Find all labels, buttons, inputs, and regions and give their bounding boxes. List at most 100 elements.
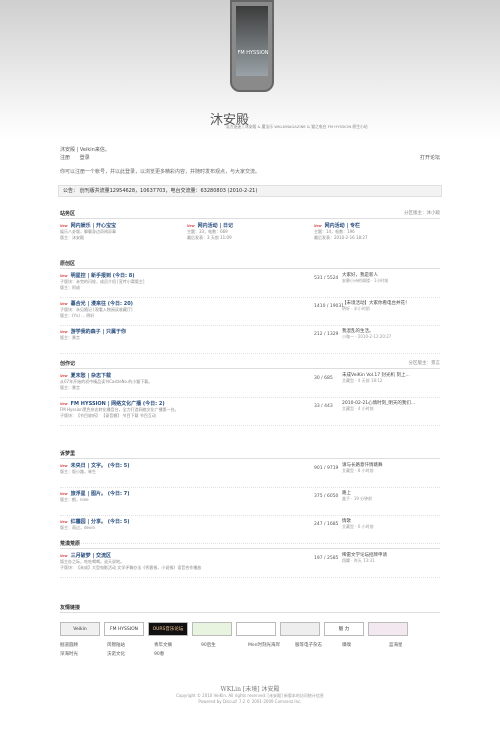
last-post-meta: 艾藏型 · 8 小时前	[342, 468, 374, 473]
forum-stats: 197 / 2585	[314, 556, 339, 561]
friend-logo[interactable]: OURS音乐论坛	[148, 622, 188, 636]
friend-logo[interactable]: FM HYSSION	[104, 622, 144, 636]
friend-logos: Veikin FM HYSSION OURS音乐论坛 魅 力	[60, 622, 440, 638]
footer: WKLin [未境] 沐安殿 Copyright © 2010 VeiKin. …	[0, 684, 500, 704]
forum-row: New 网内活动 | 日记 主题：33，帖数：669 最后发表：3 天前 11:09	[187, 222, 312, 241]
last-post-meta: 艾藏型 · 6 小时前	[342, 524, 374, 529]
forum-row: New 旅浮星 | 图片。 (今日: 7) 版主：鹤，nine 375 / 6050 路…	[60, 490, 440, 503]
friend-link[interactable]: Men时刻光海岸	[248, 642, 280, 648]
friend-link[interactable]: 蓝海星	[389, 642, 403, 648]
last-post-meta: 艾藏型 · 4 小时前	[342, 406, 374, 411]
friend-logo[interactable]	[192, 622, 232, 636]
user-greeting: 沐安殿 | Veikin来信。	[60, 147, 110, 153]
forum-moderators: 子版块：【节目收听】 【录音棚】 节目下载 节目互动	[60, 413, 156, 418]
last-post-meta: 艾藏型 · 4 天前 18:12	[342, 378, 383, 383]
friend-logo[interactable]: Veikin	[60, 622, 100, 636]
friend-logo[interactable]: 魅 力	[324, 622, 364, 636]
forum-description: 版主：饭小路，林生	[60, 469, 96, 474]
forum-last-post[interactable]: 情歌 艾藏型 · 6 小时前	[342, 518, 374, 530]
forum-stats: 375 / 6050	[314, 494, 339, 499]
section-title[interactable]: 诉梦里	[60, 450, 75, 457]
friend-link[interactable]: 90春	[154, 651, 164, 657]
section-moderators[interactable]: 分区版主：景言	[409, 360, 441, 366]
forum-last-post[interactable]: 大家好，我是新人 安静小诗的阁楼 · 1小时前	[342, 272, 388, 284]
forum-last-post[interactable]: 路上 盒子 · 19 分钟前	[342, 490, 372, 502]
footer-powered: Powered by Discuz! 7.2 © 2001-2009 Comse…	[198, 699, 302, 704]
friend-logo[interactable]	[236, 622, 276, 636]
row-divider	[60, 577, 440, 578]
main-panel: 沐安殿 | Veikin来信。 注册 登录 打开论坛 你可以注册一个帐号，并以此…	[50, 142, 450, 682]
section-title[interactable]: 站务区	[60, 210, 75, 217]
friend-link[interactable]: 嗅嗅	[342, 642, 351, 648]
new-badge: New	[60, 492, 68, 496]
forum-last-post[interactable]: 【未境活动】大家你看电台并花！ 明轩 · 半小时前	[342, 300, 410, 312]
divider	[60, 218, 440, 219]
forum-row: New 游学我的森子 | 只属于你 版主：景言 212 / 1329 我混乱的生活。 小咖…	[60, 328, 440, 341]
last-post-meta: 安静小诗的阁楼 · 1小时前	[342, 278, 389, 283]
forum-last-post[interactable]: 稀雷文学论坛招牌申请 翔翼 · 昨天 13:31	[342, 552, 387, 564]
new-badge: New	[187, 224, 195, 228]
section-title[interactable]: 荒漠荒原	[60, 540, 80, 547]
section-title[interactable]: 原创区	[60, 260, 75, 267]
header: FM HYSSION 沐安殿 吴方迷迷 | 沐安殿 & 魔法乐 WKLDMAGA…	[0, 0, 500, 140]
last-post-meta: 明轩 · 半小时前	[342, 306, 370, 311]
row-divider	[60, 297, 440, 298]
forum-last-post[interactable]: 2010-02-21心情时刻_明天的我们... 艾藏型 · 4 小时前	[342, 400, 415, 412]
forum-row: New 网内娱乐 | 开心宝宝 娱乐八卦版，聊聊身边奇闻异事 版主：沐安殿	[60, 222, 185, 241]
forum-moderators: 版主：沐安殿	[60, 235, 84, 240]
friend-link[interactable]: 服等电子杂志	[295, 642, 322, 648]
forum-row: New 明星控 | 新手报到 (今日: 8) 子版块：未完的闪轮，成员介绍 [宣传小…	[60, 272, 440, 291]
forum-row: New 三月破梦 | 交流区 版主办之际，吃吃喝喝。谈天说地。 子版块：【未成】大型电…	[60, 552, 440, 571]
new-badge: New	[60, 302, 68, 306]
friends-title: 友情链接	[60, 605, 81, 611]
register-link[interactable]: 注册	[60, 155, 70, 161]
forum-row: New 未央日 | 文字。 (今日: 5) 版主：饭小路，林生 901 / 9719 请…	[60, 462, 440, 475]
section-title[interactable]: 创作记	[60, 360, 75, 367]
divider	[60, 368, 440, 369]
friend-link[interactable]: 风锦陆站	[107, 642, 125, 648]
forum-row: New 夏末愁 | 杂志下载 从07年开始的初中精品读书CastleNo.的小猫下载…	[60, 372, 440, 391]
friend-links: 掘道圆顾 风锦陆站 青年文摘 90后生 Men时刻光海岸 服等电子杂志 嗅嗅 蓝海星深海时光 沃…	[60, 642, 440, 662]
phone-screen	[236, 6, 268, 76]
friend-link[interactable]: 掘道圆顾	[60, 642, 78, 648]
forum-moderators: 版主：景言	[60, 385, 80, 390]
row-divider	[60, 487, 440, 488]
new-badge: New	[60, 274, 68, 278]
new-badge: New	[60, 520, 68, 524]
forum-stats: 30 / 685	[314, 376, 333, 381]
friend-link[interactable]: 沃诺文化	[107, 651, 125, 657]
open-forum-link[interactable]: 打开论坛	[420, 154, 440, 161]
forum-row: New FM HYSSION | 网络文化广播 (今日: 2) FM Hyssion…	[60, 400, 440, 419]
notice-bar: 公告： 创刊版共流量12954628，10637703，电台交流量：632808…	[58, 185, 442, 197]
page: FM HYSSION 沐安殿 吴方迷迷 | 沐安殿 & 魔法乐 WKLDMAGA…	[0, 0, 500, 735]
new-badge: New	[60, 224, 68, 228]
forum-moderators: 最后发表：2010-2-16 18:27	[314, 235, 368, 240]
forum-moderators: 版主：阿成	[60, 285, 80, 290]
forum-stats: 212 / 1329	[314, 332, 339, 337]
intro-text: 你可以注册一个帐号，并以此登录，以浏览更多精彩内容，并随时发布观点，与大家交流。	[60, 169, 261, 175]
row-divider	[60, 515, 440, 516]
forum-last-post[interactable]: 请与长路意仟情跳舞 艾藏型 · 8 小时前	[342, 462, 383, 474]
new-badge: New	[314, 224, 322, 228]
friend-logo[interactable]	[280, 622, 320, 636]
forum-moderators: 子版块：【未成】大型电影活动 文学评稿办法《秀客栈，小说栈》语音合作播放	[60, 565, 202, 570]
forum-stats: 33 / 443	[314, 404, 333, 409]
friend-link[interactable]: 深海时光	[60, 651, 78, 657]
forum-stats: 901 / 9719	[314, 466, 339, 471]
login-link[interactable]: 登录	[80, 155, 90, 161]
friend-logo[interactable]	[368, 622, 408, 636]
last-post-meta: 小咖一 · 2010-2-12 20:27	[342, 334, 392, 339]
new-badge: New	[60, 374, 68, 378]
forum-description: 版主：鹤，nine	[60, 497, 89, 502]
forum-last-post[interactable]: 未成VeiKin Vol.17 封光机 刻上... 艾藏型 · 4 天前 18:1…	[342, 372, 410, 384]
new-badge: New	[60, 402, 68, 406]
forum-moderators: 最后发表：3 天前 11:09	[187, 235, 232, 240]
footer-brand: WKLin [未境] 沐安殿	[220, 686, 280, 693]
friend-link[interactable]: 90后生	[201, 642, 216, 648]
friend-link[interactable]: 青年文摘	[154, 642, 172, 648]
site-subtitle: 吴方迷迷 | 沐安殿 & 魔法乐 WKLDMAGAZINE & 猫之电台 FM …	[226, 124, 368, 129]
section-moderators[interactable]: 分区版主：沐小殿	[404, 210, 440, 216]
last-post-meta: 翔翼 · 昨天 13:31	[342, 558, 375, 563]
forum-last-post[interactable]: 我混乱的生活。 小咖一 · 2010-2-12 20:27	[342, 328, 391, 340]
row-divider	[60, 353, 440, 354]
